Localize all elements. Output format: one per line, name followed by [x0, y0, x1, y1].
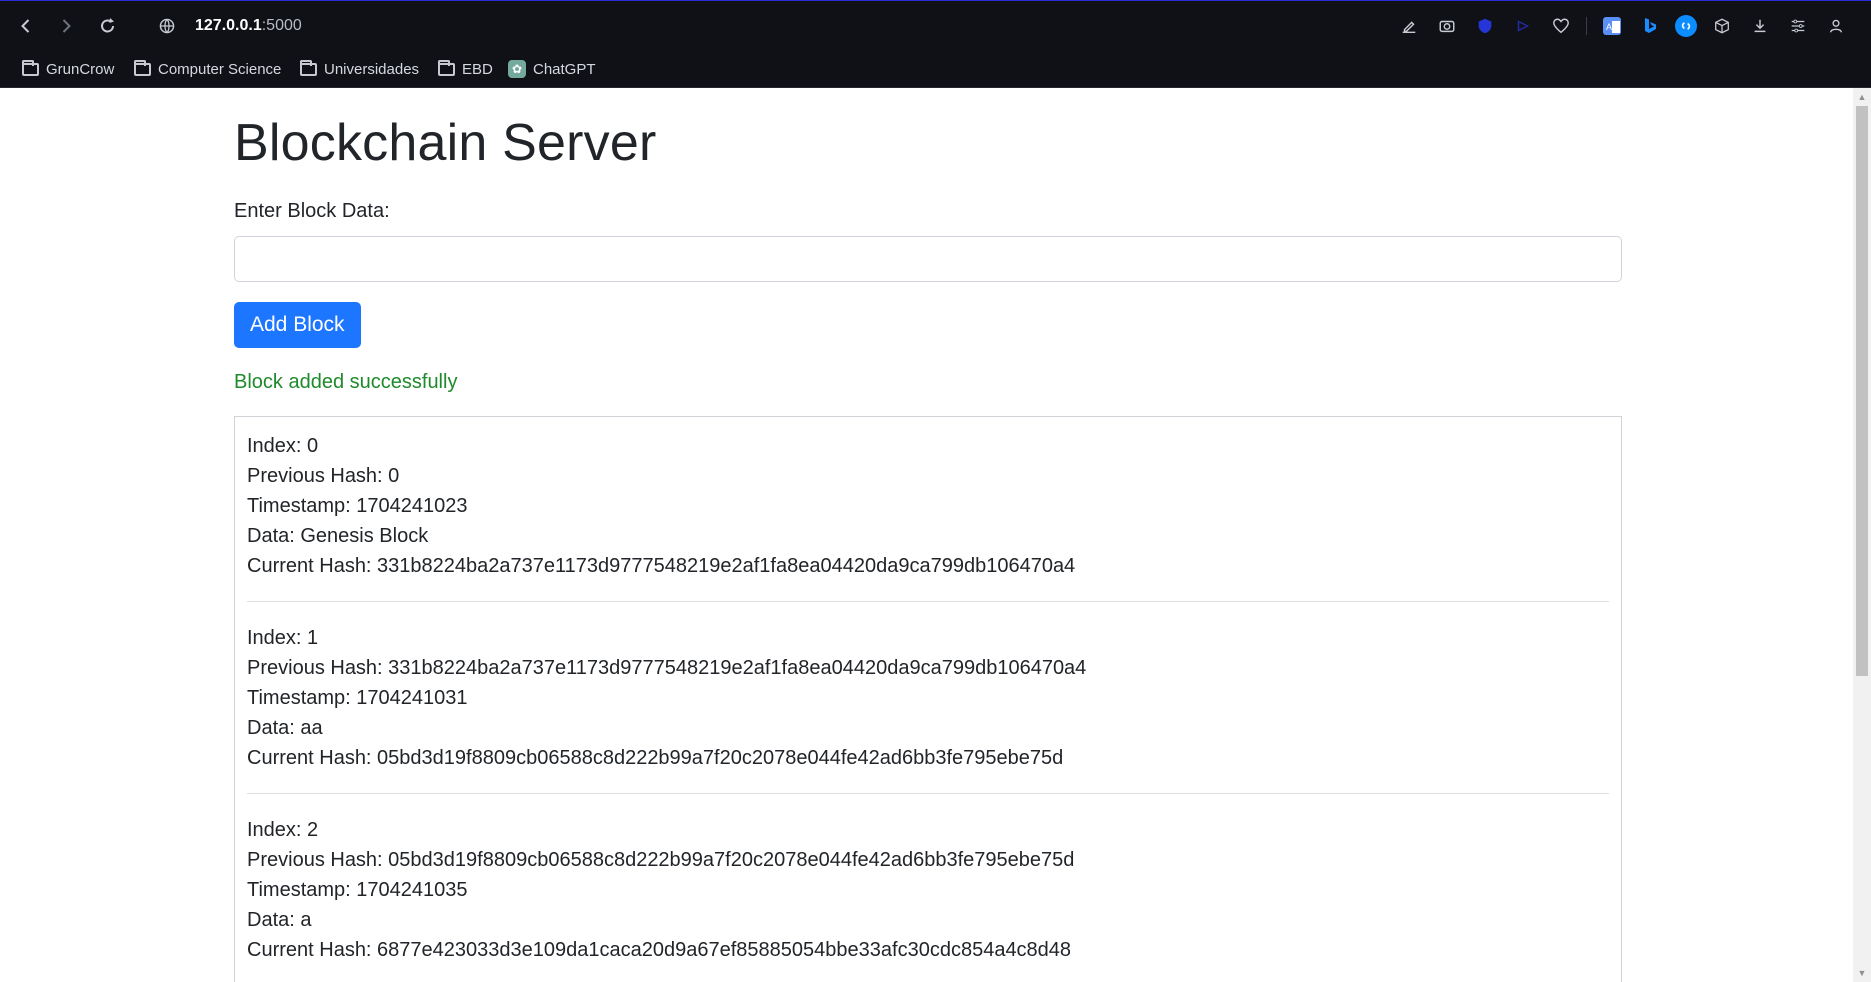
block-current-hash: Current Hash: 331b8224ba2a737e1173d97775…: [247, 554, 1076, 577]
block-index: Index: 1: [247, 626, 319, 649]
url-text[interactable]: 127.0.0.1:5000: [195, 17, 302, 35]
add-block-button[interactable]: Add Block: [234, 301, 361, 348]
bookmark-computer-science[interactable]: Computer Science: [134, 57, 281, 81]
video-icon[interactable]: [1510, 13, 1536, 39]
block-data: Data: aa: [247, 716, 323, 739]
block-item: Index: 0 Previous Hash: 0 Timestamp: 170…: [247, 430, 1609, 602]
settings-sliders-icon[interactable]: [1785, 13, 1811, 39]
browser-window: 127.0.0.1:5000 A GrunCrow Computer Scien…: [0, 0, 1871, 982]
globe-icon: [157, 16, 177, 36]
blockchain-list: Index: 0 Previous Hash: 0 Timestamp: 170…: [234, 415, 1622, 982]
back-icon[interactable]: [12, 12, 40, 40]
page-container: Blockchain Server Enter Block Data: Add …: [234, 114, 1622, 982]
bookmark-label: Computer Science: [158, 60, 282, 78]
status-message: Block added successfully: [234, 370, 458, 393]
scroll-down-arrow-icon[interactable]: ▼: [1856, 967, 1868, 979]
web-page: Blockchain Server Enter Block Data: Add …: [0, 88, 1853, 982]
block-current-hash: Current Hash: 05bd3d19f8809cb06588c8d222…: [247, 746, 1064, 769]
block-previous-hash: Previous Hash: 331b8224ba2a737e1173d9777…: [247, 656, 1087, 679]
folder-icon: [438, 59, 455, 76]
browser-toolbar: 127.0.0.1:5000 A: [0, 0, 1871, 50]
bookmark-chatgpt[interactable]: ✿ ChatGPT: [508, 57, 596, 81]
scroll-up-arrow-icon[interactable]: ▲: [1856, 91, 1868, 103]
bookmark-gruncrow[interactable]: GrunCrow: [22, 57, 114, 81]
bookmark-label: EBD: [462, 60, 493, 78]
address-bar[interactable]: 127.0.0.1:5000: [157, 11, 302, 41]
forward-icon[interactable]: [52, 12, 80, 40]
svg-text:A: A: [1606, 22, 1612, 32]
chatgpt-icon: ✿: [508, 60, 526, 78]
block-item: Index: 2 Previous Hash: 05bd3d19f8809cb0…: [247, 814, 1609, 982]
cube-icon[interactable]: [1709, 13, 1735, 39]
block-timestamp: Timestamp: 1704241031: [247, 686, 468, 709]
browser-extensions: A: [1396, 13, 1849, 39]
camera-icon[interactable]: [1434, 13, 1460, 39]
heart-icon[interactable]: [1548, 13, 1574, 39]
profile-icon[interactable]: [1823, 13, 1849, 39]
bookmarks-bar: GrunCrow Computer Science Universidades …: [0, 50, 1871, 88]
block-data-input[interactable]: [234, 235, 1622, 282]
bookmark-ebd[interactable]: EBD: [438, 57, 493, 81]
vertical-scrollbar[interactable]: ▲ ▼: [1853, 88, 1871, 982]
block-timestamp: Timestamp: 1704241023: [247, 494, 468, 517]
folder-icon: [300, 59, 317, 76]
block-previous-hash: Previous Hash: 05bd3d19f8809cb06588c8d22…: [247, 848, 1075, 871]
folder-icon: [134, 59, 151, 76]
bookmark-label: Universidades: [324, 60, 420, 78]
shield-icon[interactable]: [1472, 13, 1498, 39]
block-data-label: Enter Block Data:: [234, 199, 390, 222]
block-data: Data: Genesis Block: [247, 524, 429, 547]
bookmark-universidades[interactable]: Universidades: [300, 57, 419, 81]
page-title: Blockchain Server: [234, 114, 657, 172]
block-current-hash: Current Hash: 6877e423033d3e109da1caca20…: [247, 938, 1072, 961]
translate-icon[interactable]: A: [1599, 13, 1625, 39]
block-timestamp: Timestamp: 1704241035: [247, 878, 468, 901]
url-host: 127.0.0.1: [195, 17, 262, 34]
bookmark-label: ChatGPT: [533, 60, 596, 78]
block-index: Index: 2: [247, 818, 319, 841]
block-previous-hash: Previous Hash: 0: [247, 464, 400, 487]
shazam-icon[interactable]: [1675, 15, 1697, 37]
download-icon[interactable]: [1747, 13, 1773, 39]
block-item: Index: 1 Previous Hash: 331b8224ba2a737e…: [247, 622, 1609, 794]
reload-icon[interactable]: [94, 12, 122, 40]
url-port: :5000: [261, 17, 302, 34]
block-index: Index: 0: [247, 434, 319, 457]
folder-icon: [22, 59, 39, 76]
scrollbar-thumb[interactable]: [1856, 106, 1868, 676]
toolbar-divider: [1586, 17, 1587, 35]
bookmark-label: GrunCrow: [46, 60, 115, 78]
block-data: Data: a: [247, 908, 312, 931]
bing-icon[interactable]: [1637, 13, 1663, 39]
edit-icon[interactable]: [1396, 13, 1422, 39]
